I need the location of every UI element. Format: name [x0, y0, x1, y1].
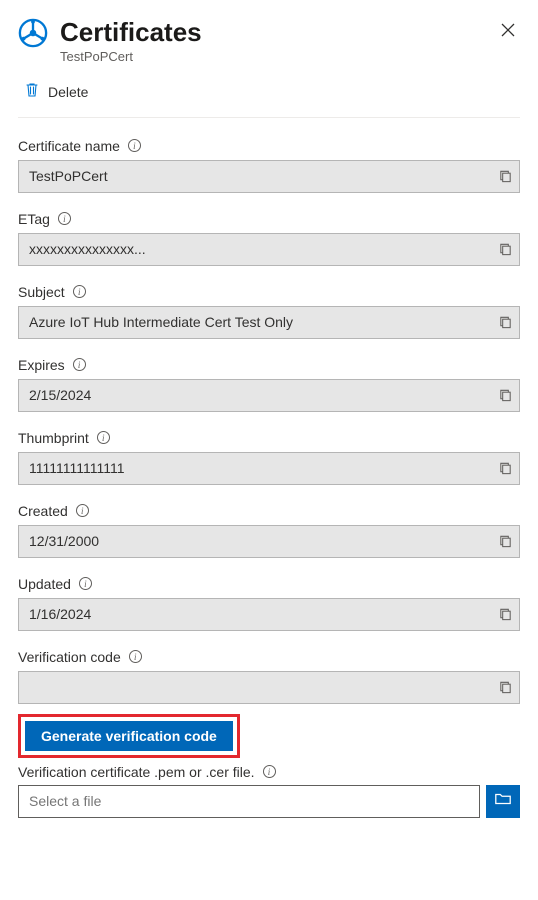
- updated-value: 1/16/2024: [18, 598, 520, 631]
- trash-icon: [24, 82, 40, 103]
- field-certificate-name: Certificate name i TestPoPCert: [18, 138, 520, 193]
- info-icon[interactable]: i: [73, 358, 86, 371]
- verification-file-label: Verification certificate .pem or .cer fi…: [18, 764, 255, 780]
- browse-file-button[interactable]: [486, 785, 520, 818]
- panel-header: Certificates TestPoPCert: [18, 18, 520, 64]
- field-thumbprint: Thumbprint i 11111111111111: [18, 430, 520, 485]
- close-icon[interactable]: [496, 18, 520, 45]
- file-picker-row: Select a file: [18, 785, 520, 818]
- copy-icon[interactable]: [498, 607, 513, 622]
- expires-value: 2/15/2024: [18, 379, 520, 412]
- verification-code-label: Verification code: [18, 649, 121, 665]
- generate-verification-code-button[interactable]: Generate verification code: [25, 721, 233, 751]
- info-icon[interactable]: i: [263, 765, 276, 778]
- page-subtitle: TestPoPCert: [60, 49, 484, 64]
- file-input[interactable]: Select a file: [18, 785, 480, 818]
- folder-icon: [494, 790, 512, 813]
- info-icon[interactable]: i: [128, 139, 141, 152]
- field-created: Created i 12/31/2000: [18, 503, 520, 558]
- field-expires: Expires i 2/15/2024: [18, 357, 520, 412]
- info-icon[interactable]: i: [97, 431, 110, 444]
- certificate-icon: [18, 18, 48, 53]
- updated-label: Updated: [18, 576, 71, 592]
- created-value: 12/31/2000: [18, 525, 520, 558]
- info-icon[interactable]: i: [58, 212, 71, 225]
- page-title: Certificates: [60, 18, 484, 47]
- copy-icon[interactable]: [498, 680, 513, 695]
- certificate-name-value: TestPoPCert: [18, 160, 520, 193]
- field-updated: Updated i 1/16/2024: [18, 576, 520, 631]
- delete-label: Delete: [48, 84, 88, 100]
- copy-icon[interactable]: [498, 388, 513, 403]
- info-icon[interactable]: i: [79, 577, 92, 590]
- certificate-name-label: Certificate name: [18, 138, 120, 154]
- etag-label: ETag: [18, 211, 50, 227]
- subject-label: Subject: [18, 284, 65, 300]
- field-verification-code: Verification code i: [18, 649, 520, 704]
- copy-icon[interactable]: [498, 315, 513, 330]
- copy-icon[interactable]: [498, 169, 513, 184]
- thumbprint-label: Thumbprint: [18, 430, 89, 446]
- info-icon[interactable]: i: [129, 650, 142, 663]
- field-etag: ETag i xxxxxxxxxxxxxxx...: [18, 211, 520, 266]
- etag-value: xxxxxxxxxxxxxxx...: [18, 233, 520, 266]
- info-icon[interactable]: i: [76, 504, 89, 517]
- field-subject: Subject i Azure IoT Hub Intermediate Cer…: [18, 284, 520, 339]
- delete-button[interactable]: Delete: [18, 78, 520, 118]
- verification-code-value: [18, 671, 520, 704]
- highlight-annotation: Generate verification code: [18, 714, 240, 758]
- copy-icon[interactable]: [498, 461, 513, 476]
- subject-value: Azure IoT Hub Intermediate Cert Test Onl…: [18, 306, 520, 339]
- copy-icon[interactable]: [498, 534, 513, 549]
- thumbprint-value: 11111111111111: [18, 452, 520, 485]
- expires-label: Expires: [18, 357, 65, 373]
- copy-icon[interactable]: [498, 242, 513, 257]
- created-label: Created: [18, 503, 68, 519]
- info-icon[interactable]: i: [73, 285, 86, 298]
